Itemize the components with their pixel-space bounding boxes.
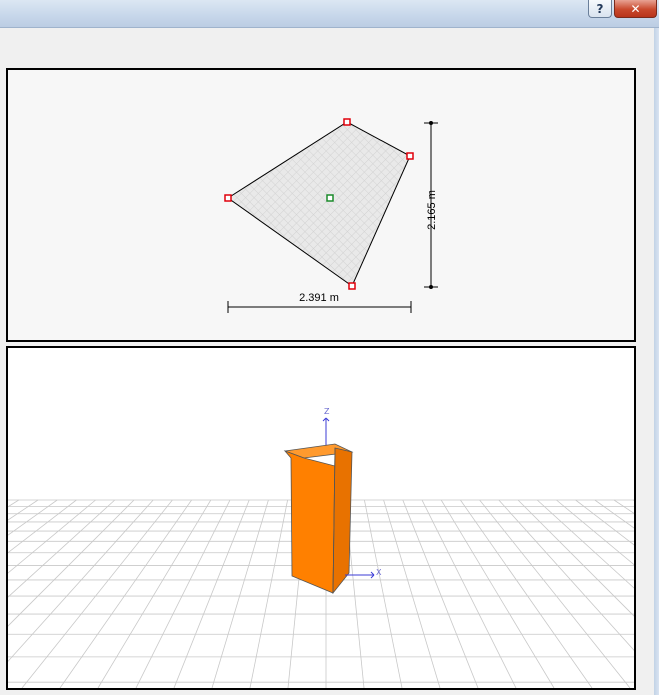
center-handle[interactable] bbox=[326, 194, 334, 202]
grid-line bbox=[59, 499, 192, 688]
x-axis-label: X bbox=[376, 568, 382, 577]
grid-line bbox=[97, 499, 212, 688]
grid-line bbox=[249, 499, 288, 688]
grid-line bbox=[8, 499, 58, 536]
grid-line bbox=[613, 499, 634, 514]
grid-line bbox=[517, 499, 634, 617]
plan-view-panel[interactable]: 2.391 m 2.165 m bbox=[6, 68, 636, 342]
close-button[interactable]: ✕ bbox=[614, 0, 657, 18]
grid-line bbox=[440, 499, 555, 688]
grid-line bbox=[498, 499, 634, 651]
grid-line bbox=[383, 499, 441, 688]
height-dimension-label: 2.165 m bbox=[426, 190, 438, 230]
grid-line bbox=[402, 499, 479, 688]
grid-line bbox=[8, 499, 96, 574]
vertex-handle[interactable] bbox=[348, 282, 356, 290]
grid-line bbox=[8, 499, 39, 521]
window-titlebar: ? ✕ bbox=[0, 0, 659, 28]
vertex-handle[interactable] bbox=[224, 194, 232, 202]
3d-object[interactable] bbox=[283, 443, 354, 595]
z-axis-label: Z bbox=[324, 407, 330, 416]
grid-line bbox=[364, 499, 403, 688]
object-front-face bbox=[283, 450, 336, 594]
grid-line bbox=[460, 499, 593, 688]
object-side-face bbox=[332, 447, 353, 595]
vertex-handle[interactable] bbox=[343, 118, 351, 126]
window-frame-edge bbox=[654, 28, 659, 695]
help-button[interactable]: ? bbox=[588, 0, 612, 18]
grid-line bbox=[173, 499, 250, 688]
grid-line bbox=[536, 499, 634, 589]
3d-view-panel[interactable]: Z X bbox=[6, 346, 636, 690]
footprint-polygon[interactable] bbox=[227, 121, 411, 287]
grid-line bbox=[211, 499, 269, 688]
grid-line bbox=[575, 499, 634, 546]
grid-line bbox=[594, 499, 634, 529]
vertex-handle[interactable] bbox=[406, 152, 414, 160]
width-dimension-label: 2.391 m bbox=[299, 292, 339, 304]
3d-view-canvas[interactable] bbox=[8, 348, 634, 688]
grid-line bbox=[8, 499, 154, 662]
z-axis bbox=[322, 417, 330, 448]
